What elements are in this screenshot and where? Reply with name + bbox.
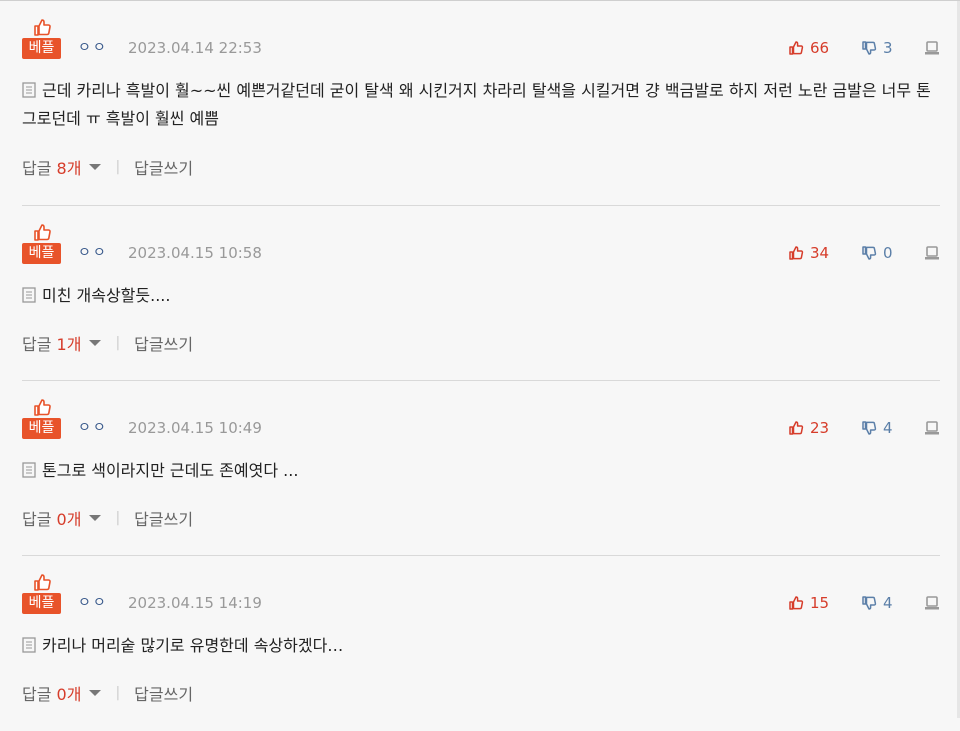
thumbs-up-icon — [789, 41, 804, 55]
chevron-down-icon — [89, 690, 102, 696]
thumbs-down-icon — [862, 596, 877, 610]
separator: | — [115, 510, 121, 526]
best-comment-badge: 베플 — [22, 572, 61, 616]
author-nickname[interactable]: ㅇㅇ — [78, 244, 108, 262]
downvote-button[interactable]: 0 — [861, 243, 893, 263]
comment-item: 베플 ㅇㅇ 2023.04.15 10:58 34 0 미친 개속상할듯.... — [0, 206, 960, 381]
downvote-button[interactable]: 4 — [861, 593, 893, 613]
reply-count: 0개 — [56, 510, 82, 529]
reply-bar: 답글 1개 | 답글쓰기 — [22, 332, 193, 354]
comment-text: 미친 개속상할듯.... — [42, 286, 171, 305]
thumbs-up-icon — [789, 246, 804, 260]
thumbs-up-icon — [34, 224, 51, 241]
comment-item: 베플 ㅇㅇ 2023.04.15 14:19 15 4 카리나 머리숱 많기로 … — [0, 556, 960, 731]
best-comment-badge: 베플 — [22, 397, 61, 441]
best-label: 베플 — [22, 38, 61, 59]
write-reply-link[interactable]: 답글쓰기 — [134, 331, 193, 355]
reply-count: 8개 — [56, 159, 82, 178]
separator: | — [115, 159, 121, 175]
document-icon — [22, 462, 36, 478]
thumbs-up-icon — [789, 421, 804, 435]
upvote-count: 66 — [810, 39, 830, 57]
reply-toggle[interactable]: 답글 0개 — [22, 506, 102, 530]
reply-count: 1개 — [56, 335, 82, 354]
comment-text: 근데 카리나 흑발이 훨~~씬 예쁜거같던데 굳이 탈색 왜 시킨거지 차라리 … — [22, 81, 931, 128]
reply-bar: 답글 0개 | 답글쓰기 — [22, 682, 193, 704]
report-icon[interactable] — [924, 244, 940, 262]
downvote-count: 3 — [883, 39, 893, 57]
best-label: 베플 — [22, 593, 61, 614]
comment-item: 베플 ㅇㅇ 2023.04.15 10:49 23 4 톤그로 색이라지만 근데… — [0, 381, 960, 556]
reply-toggle[interactable]: 답글 1개 — [22, 331, 102, 355]
best-comment-badge: 베플 — [22, 222, 61, 266]
separator: | — [115, 685, 121, 701]
chevron-down-icon — [89, 164, 102, 170]
upvote-button[interactable]: 15 — [788, 593, 829, 613]
downvote-button[interactable]: 4 — [861, 418, 893, 438]
author-nickname[interactable]: ㅇㅇ — [78, 594, 108, 612]
comment-date: 2023.04.15 14:19 — [128, 594, 262, 612]
reply-label: 답글 — [22, 510, 52, 529]
comment-date: 2023.04.15 10:58 — [128, 244, 262, 262]
author-nickname[interactable]: ㅇㅇ — [78, 419, 108, 437]
thumbs-up-icon — [789, 596, 804, 610]
thumbs-down-icon — [862, 41, 877, 55]
thumbs-up-icon — [34, 574, 51, 591]
comment-text: 카리나 머리숱 많기로 유명한데 속상하겠다… — [42, 636, 344, 655]
best-label: 베플 — [22, 418, 61, 439]
downvote-count: 0 — [883, 244, 893, 262]
upvote-button[interactable]: 66 — [788, 38, 829, 58]
comment-text-block: 톤그로 색이라지만 근데도 존예엿다 ... — [22, 457, 942, 485]
write-reply-link[interactable]: 답글쓰기 — [134, 681, 193, 705]
comment-date: 2023.04.15 10:49 — [128, 419, 262, 437]
upvote-count: 34 — [810, 244, 830, 262]
best-comment-badge: 베플 — [22, 17, 61, 61]
comment-text-block: 카리나 머리숱 많기로 유명한데 속상하겠다… — [22, 632, 942, 660]
thumbs-up-icon — [34, 399, 51, 416]
comment-item: 베플 ㅇㅇ 2023.04.14 22:53 66 3 근데 카리나 흑발이 훨… — [0, 1, 960, 178]
comment-text-block: 미친 개속상할듯.... — [22, 282, 942, 310]
thumbs-down-icon — [862, 421, 877, 435]
best-label: 베플 — [22, 243, 61, 264]
reply-label: 답글 — [22, 159, 52, 178]
downvote-count: 4 — [883, 419, 893, 437]
separator: | — [115, 335, 121, 351]
thumbs-up-icon — [34, 19, 51, 36]
reply-label: 답글 — [22, 685, 52, 704]
downvote-button[interactable]: 3 — [861, 38, 893, 58]
reply-toggle[interactable]: 답글 0개 — [22, 681, 102, 705]
write-reply-link[interactable]: 답글쓰기 — [134, 506, 193, 530]
chevron-down-icon — [89, 340, 102, 346]
upvote-button[interactable]: 34 — [788, 243, 829, 263]
reply-toggle[interactable]: 답글 8개 — [22, 155, 102, 179]
document-icon — [22, 287, 36, 303]
report-icon[interactable] — [924, 419, 940, 437]
report-icon[interactable] — [924, 39, 940, 57]
thumbs-down-icon — [862, 246, 877, 260]
upvote-button[interactable]: 23 — [788, 418, 829, 438]
document-icon — [22, 637, 36, 653]
report-icon[interactable] — [924, 594, 940, 612]
upvote-count: 15 — [810, 594, 830, 612]
reply-bar: 답글 8개 | 답글쓰기 — [22, 156, 193, 178]
upvote-count: 23 — [810, 419, 830, 437]
reply-count: 0개 — [56, 685, 82, 704]
reply-label: 답글 — [22, 335, 52, 354]
document-icon — [22, 82, 36, 98]
write-reply-link[interactable]: 답글쓰기 — [134, 155, 193, 179]
downvote-count: 4 — [883, 594, 893, 612]
reply-bar: 답글 0개 | 답글쓰기 — [22, 507, 193, 529]
author-nickname[interactable]: ㅇㅇ — [78, 39, 108, 57]
chevron-down-icon — [89, 515, 102, 521]
comment-date: 2023.04.14 22:53 — [128, 39, 262, 57]
comment-text-block: 근데 카리나 흑발이 훨~~씬 예쁜거같던데 굳이 탈색 왜 시킨거지 차라리 … — [22, 77, 942, 133]
comment-text: 톤그로 색이라지만 근데도 존예엿다 ... — [42, 461, 299, 480]
